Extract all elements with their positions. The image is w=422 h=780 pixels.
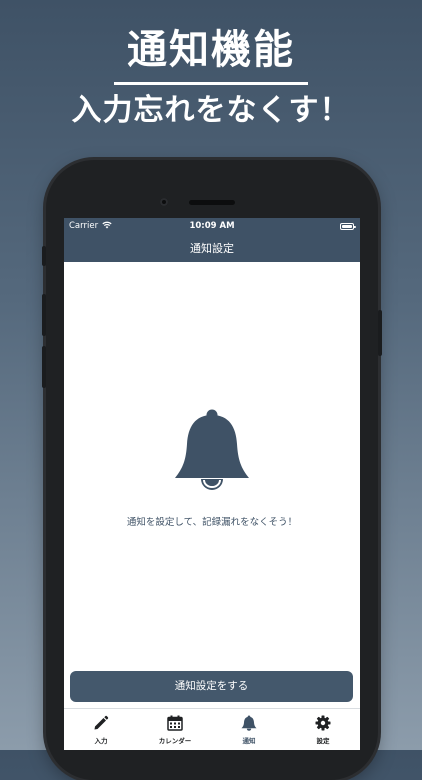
bell-icon — [175, 409, 249, 490]
bell-icon — [241, 715, 257, 731]
earpiece-speaker — [189, 200, 235, 205]
tab-notification-label: 通知 — [242, 737, 256, 745]
status-bar: Carrier 10:09 AM — [64, 218, 360, 236]
promo-subheadline: 入力忘れをなくす！ — [71, 93, 351, 128]
status-time: 10:09 AM — [189, 221, 235, 231]
tab-bar: 入力 カレンダー 通知 設定 — [64, 708, 360, 750]
phone-frame: Carrier 10:09 AM 通知設定 通知を設定して、記録漏れをなくそう！… — [42, 160, 382, 780]
gear-icon — [315, 715, 331, 731]
tab-calendar-label: カレンダー — [158, 737, 192, 745]
phone-power-button — [378, 310, 382, 356]
pencil-icon — [94, 715, 109, 730]
set-notification-button[interactable]: 通知設定をする — [70, 671, 353, 702]
page-title: 通知設定 — [190, 242, 234, 255]
promo-headline: 通知機能 — [127, 27, 295, 73]
tab-notification[interactable]: 通知 — [212, 709, 286, 750]
phone-volume-down-button — [42, 346, 46, 388]
tab-input[interactable]: 入力 — [64, 709, 138, 750]
headline-underline — [114, 82, 308, 85]
battery-icon — [340, 223, 356, 230]
tab-calendar[interactable]: カレンダー — [138, 709, 212, 750]
phone-mute-switch — [42, 246, 46, 266]
empty-state-message: 通知を設定して、記録漏れをなくそう！ — [126, 517, 298, 528]
tab-settings-label: 設定 — [316, 737, 330, 745]
tab-settings[interactable]: 設定 — [286, 709, 360, 750]
front-camera — [160, 198, 168, 206]
phone-volume-up-button — [42, 294, 46, 336]
navigation-bar: 通知設定 — [64, 236, 360, 262]
tab-input-label: 入力 — [94, 737, 108, 745]
calendar-icon — [167, 715, 183, 731]
app-screen: Carrier 10:09 AM 通知設定 通知を設定して、記録漏れをなくそう！… — [64, 218, 360, 750]
